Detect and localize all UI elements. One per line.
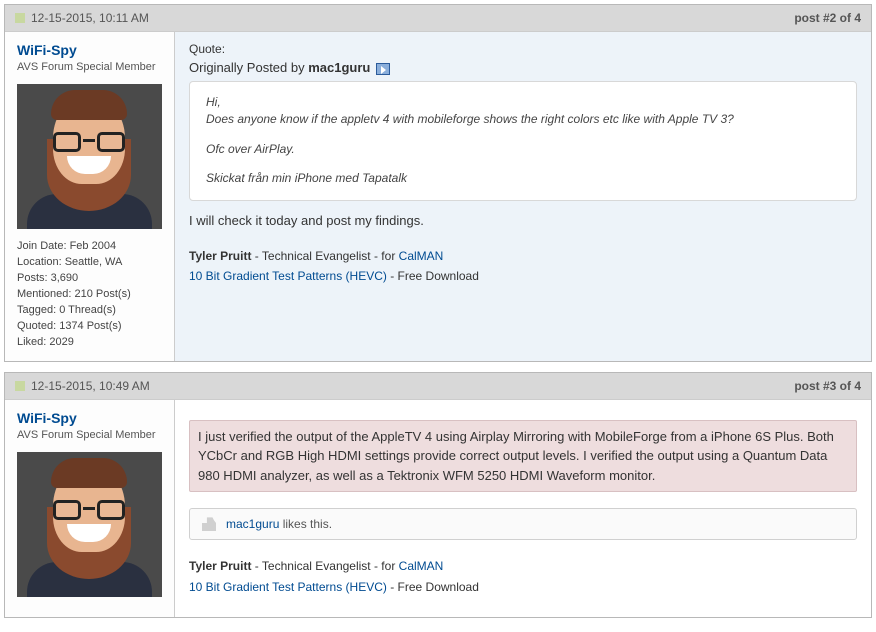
avatar[interactable] [17, 452, 162, 597]
date-text: 12-15-2015, 10:11 AM [31, 11, 149, 25]
liker-link[interactable]: mac1guru [226, 517, 279, 531]
quote-label: Quote: [189, 42, 857, 56]
post-number[interactable]: post #3 of 4 [794, 379, 861, 393]
stat-tagged: Tagged: 0 Thread(s) [17, 303, 162, 319]
user-sidebar: WiFi-Spy AVS Forum Special Member Join D… [5, 32, 175, 361]
post-timestamp: 12-15-2015, 10:11 AM [15, 11, 149, 25]
thumbs-up-icon [202, 517, 216, 531]
stat-join-date: Join Date: Feb 2004 [17, 239, 162, 255]
quote-origin: Originally Posted by mac1guru [189, 60, 857, 75]
signature: Tyler Pruitt - Technical Evangelist - fo… [189, 556, 857, 597]
sig-link-patterns[interactable]: 10 Bit Gradient Test Patterns (HEVC) [189, 269, 387, 283]
stat-quoted: Quoted: 1374 Post(s) [17, 319, 162, 335]
post-header: 12-15-2015, 10:49 AM post #3 of 4 [5, 373, 871, 400]
user-sidebar: WiFi-Spy AVS Forum Special Member [5, 400, 175, 617]
username-link[interactable]: WiFi-Spy [17, 410, 162, 426]
stat-mentioned: Mentioned: 210 Post(s) [17, 287, 162, 303]
username-link[interactable]: WiFi-Spy [17, 42, 162, 58]
likes-text: likes this. [279, 517, 332, 531]
unread-indicator-icon [15, 381, 25, 391]
view-post-icon[interactable] [376, 63, 390, 75]
stat-posts: Posts: 3,690 [17, 271, 162, 287]
quote-line: Skickat från min iPhone med Tapatalk [206, 170, 840, 187]
post-header: 12-15-2015, 10:11 AM post #2 of 4 [5, 5, 871, 32]
sig-name: Tyler Pruitt [189, 559, 251, 573]
user-rank: AVS Forum Special Member [17, 428, 162, 442]
user-stats: Join Date: Feb 2004 Location: Seattle, W… [17, 239, 162, 351]
sig-name: Tyler Pruitt [189, 249, 251, 263]
quote-origin-prefix: Originally Posted by [189, 60, 308, 75]
post-body: WiFi-Spy AVS Forum Special Member I just… [5, 400, 871, 617]
reply-text: I will check it today and post my findin… [189, 211, 857, 231]
stat-location: Location: Seattle, WA [17, 255, 162, 271]
quote-block: Quote: Originally Posted by mac1guru Hi,… [189, 42, 857, 201]
sig-link-calman[interactable]: CalMAN [399, 559, 444, 573]
signature: Tyler Pruitt - Technical Evangelist - fo… [189, 246, 857, 287]
sig-link-patterns[interactable]: 10 Bit Gradient Test Patterns (HEVC) [189, 580, 387, 594]
quote-line: Does anyone know if the appletv 4 with m… [206, 112, 734, 126]
avatar[interactable] [17, 84, 162, 229]
sig-role: - Technical Evangelist - for [251, 559, 398, 573]
forum-post: 12-15-2015, 10:49 AM post #3 of 4 WiFi-S… [4, 372, 872, 618]
unread-indicator-icon [15, 13, 25, 23]
user-rank: AVS Forum Special Member [17, 60, 162, 74]
date-text: 12-15-2015, 10:49 AM [31, 379, 150, 393]
post-content: I just verified the output of the AppleT… [175, 400, 871, 617]
sig-link-calman[interactable]: CalMAN [399, 249, 444, 263]
quote-box: Hi, Does anyone know if the appletv 4 wi… [189, 81, 857, 201]
sig-tail: - Free Download [387, 580, 479, 594]
quote-line: Hi, [206, 95, 221, 109]
post-body: WiFi-Spy AVS Forum Special Member Join D… [5, 32, 871, 361]
likes-bar: mac1guru likes this. [189, 508, 857, 540]
forum-post: 12-15-2015, 10:11 AM post #2 of 4 WiFi-S… [4, 4, 872, 362]
post-number[interactable]: post #2 of 4 [794, 11, 861, 25]
post-content: Quote: Originally Posted by mac1guru Hi,… [175, 32, 871, 361]
quote-line: Ofc over AirPlay. [206, 141, 840, 158]
sig-role: - Technical Evangelist - for [251, 249, 398, 263]
sig-tail: - Free Download [387, 269, 479, 283]
quote-origin-user: mac1guru [308, 60, 370, 75]
reply-text: I just verified the output of the AppleT… [189, 420, 857, 493]
post-timestamp: 12-15-2015, 10:49 AM [15, 379, 150, 393]
stat-liked: Liked: 2029 [17, 335, 162, 351]
